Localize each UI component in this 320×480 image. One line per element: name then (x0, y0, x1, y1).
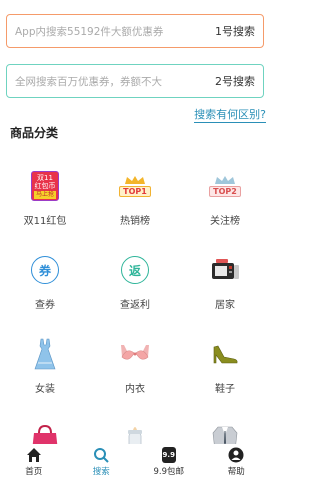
categories-title: 商品分类 (10, 126, 59, 140)
category-label: 女装 (35, 384, 55, 395)
search-difference-link[interactable]: 搜索有何区别? (194, 108, 266, 123)
in-app-search-box[interactable]: App内搜索55192件大额优惠券 1号搜索 (6, 14, 264, 48)
bottom-tab-bar: 首页 搜索 9.9 9.9包邮 帮助 (0, 444, 270, 480)
category-label: 鞋子 (215, 384, 235, 395)
home-icon (26, 447, 42, 463)
top2-crown-icon: TOP2 (205, 166, 245, 206)
in-app-search-placeholder: App内搜索55192件大额优惠券 (15, 25, 164, 38)
bra-icon (115, 334, 155, 374)
rebate-circle-icon: 返 (115, 250, 155, 290)
tab-home-label: 首页 (25, 467, 43, 477)
network-search-box[interactable]: 全网搜索百万优惠券，券额不大 2号搜索 (6, 64, 264, 98)
network-search-tag: 2号搜索 (215, 75, 255, 88)
category-hot-sales[interactable]: TOP1 热销榜 (90, 160, 180, 244)
nine-nine-icon: 9.9 (161, 447, 177, 463)
category-label: 查券 (35, 300, 55, 311)
category-label: 居家 (215, 300, 235, 311)
tab-nine-nine[interactable]: 9.9 9.9包邮 (139, 447, 199, 477)
category-double11[interactable]: 双11 红包币 马上抢 双11红包 (0, 160, 90, 244)
network-search-placeholder: 全网搜索百万优惠券，券额不大 (15, 75, 162, 88)
tab-search-label: 搜索 (92, 467, 110, 477)
dress-icon (25, 334, 65, 374)
category-home[interactable]: 居家 (180, 244, 270, 328)
category-rebate-check[interactable]: 返 查返利 (90, 244, 180, 328)
category-label: 双11红包 (23, 216, 67, 227)
category-underwear[interactable]: 内衣 (90, 328, 180, 412)
tab-search[interactable]: 搜索 (71, 447, 131, 477)
coupon-circle-icon: 券 (25, 250, 65, 290)
tab-home[interactable]: 首页 (4, 447, 64, 477)
category-label: 热销榜 (120, 216, 150, 227)
home-appliance-icon (205, 250, 245, 290)
category-follow[interactable]: TOP2 关注榜 (180, 160, 270, 244)
in-app-search-tag: 1号搜索 (215, 25, 255, 38)
tab-nine-nine-label: 9.9包邮 (153, 467, 185, 477)
category-grid: 双11 红包币 马上抢 双11红包 TOP1 热销榜 TOP2 关注榜 券 查券… (0, 160, 270, 480)
category-womens-clothing[interactable]: 女装 (0, 328, 90, 412)
top1-crown-icon: TOP1 (115, 166, 155, 206)
category-label: 关注榜 (210, 216, 240, 227)
category-label: 查返利 (120, 300, 150, 311)
category-coupon-check[interactable]: 券 查券 (0, 244, 90, 328)
tab-help-label: 帮助 (227, 467, 245, 477)
category-shoes[interactable]: 鞋子 (180, 328, 270, 412)
search-icon (93, 447, 109, 463)
double11-badge-icon: 双11 红包币 马上抢 (25, 166, 65, 206)
tab-help[interactable]: 帮助 (206, 447, 266, 477)
user-help-icon (228, 447, 244, 463)
category-label: 内衣 (125, 384, 145, 395)
high-heel-icon (205, 334, 245, 374)
